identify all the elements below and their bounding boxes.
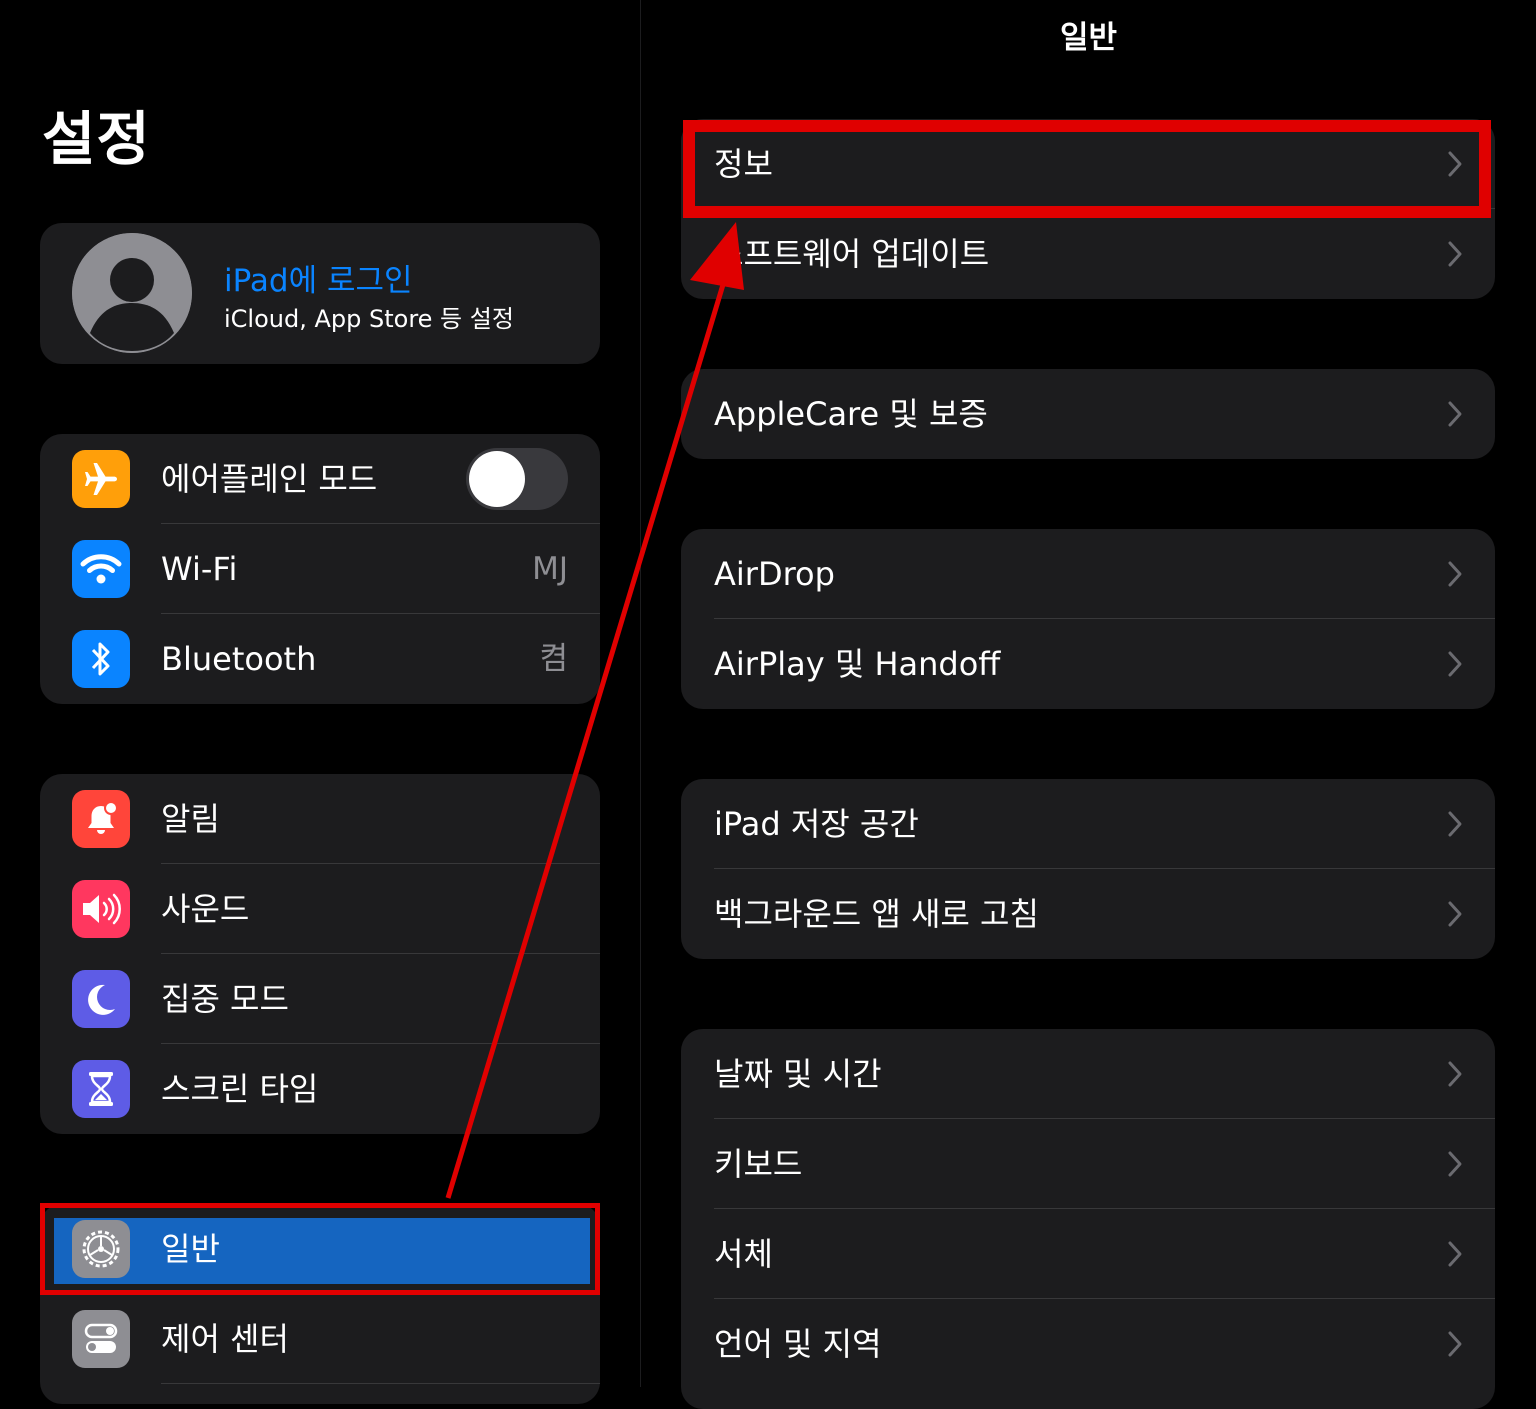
annotation-arrow xyxy=(445,222,744,1199)
